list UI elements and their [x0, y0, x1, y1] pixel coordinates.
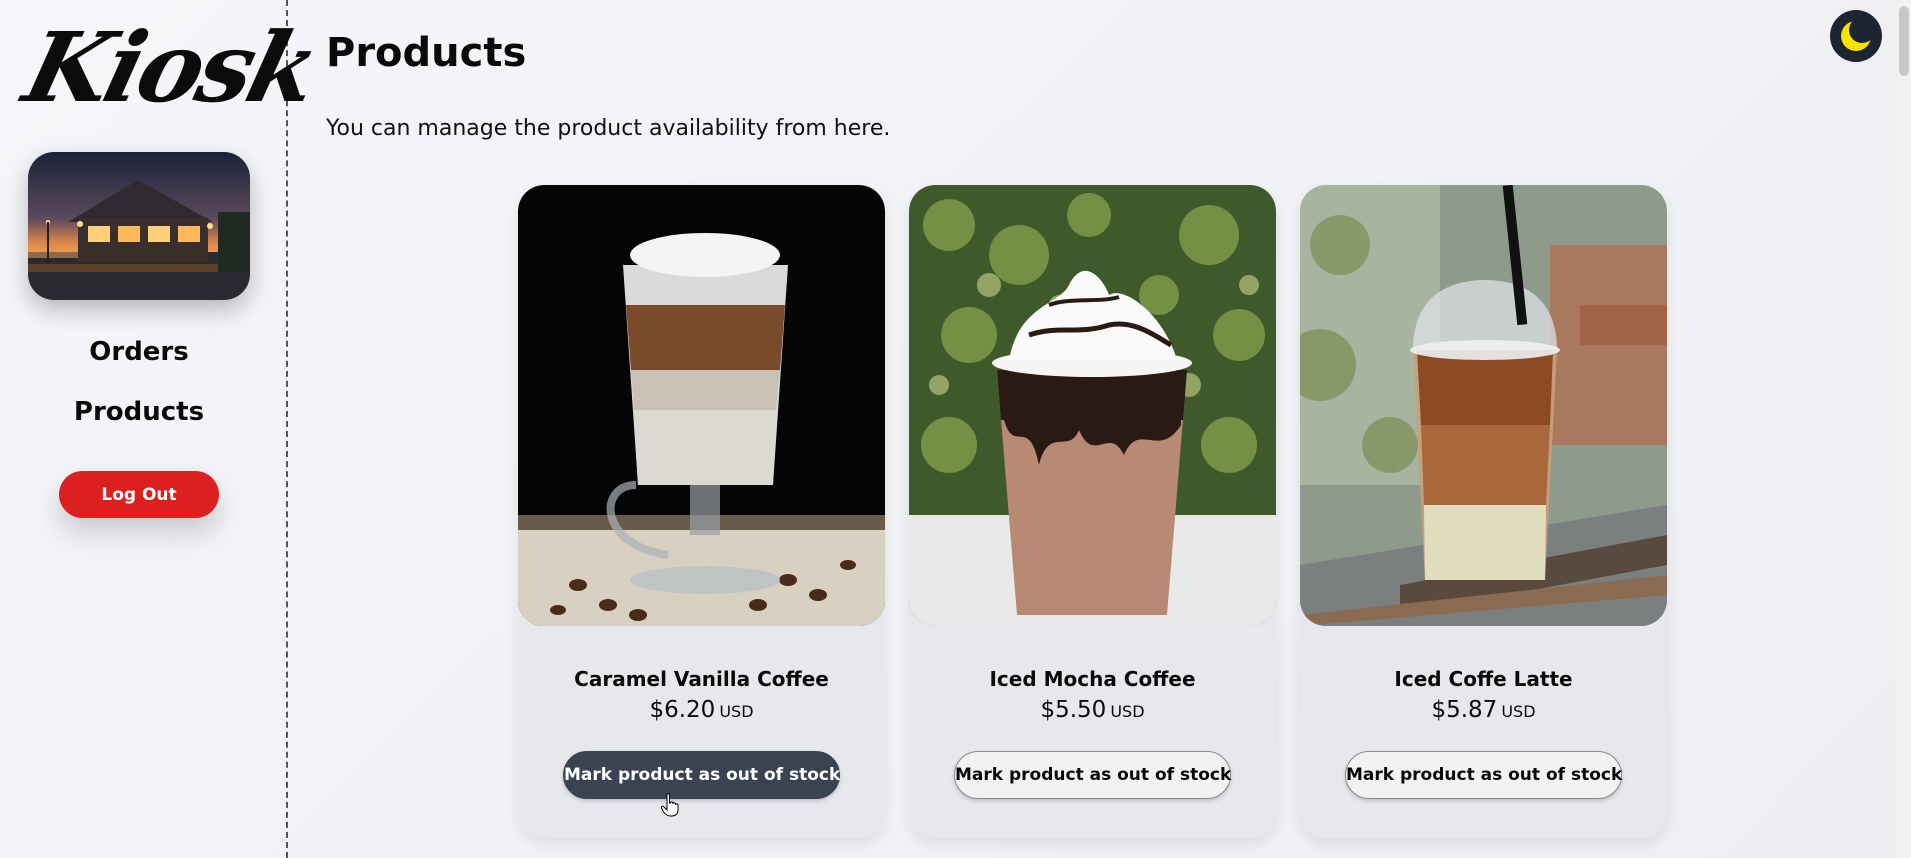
mark-out-of-stock-button[interactable]: Mark product as out of stock [563, 751, 840, 799]
moon-icon [1841, 17, 1875, 51]
product-image [518, 185, 885, 626]
theme-toggle-button[interactable] [1830, 10, 1882, 62]
product-price: $5.50 USD [909, 697, 1276, 723]
kiosk-hero-image [28, 152, 250, 300]
kiosk-logo[interactable]: Kiosk [13, 8, 327, 128]
price-currency: USD [1501, 702, 1536, 721]
sidebar-item-orders[interactable]: Orders [0, 337, 278, 367]
product-name: Caramel Vanilla Coffee [574, 667, 829, 691]
page-subtitle: You can manage the product availability … [326, 116, 891, 141]
product-name: Iced Coffe Latte [1394, 667, 1573, 691]
price-currency: USD [719, 702, 754, 721]
price-amount: $5.50 [1040, 697, 1107, 723]
price-amount: $5.87 [1431, 697, 1498, 723]
product-card: Caramel Vanilla Coffee $6.20 USD Mark pro… [518, 185, 885, 838]
hand-pointer-icon [661, 793, 679, 817]
mark-out-of-stock-button[interactable]: Mark product as out of stock [954, 751, 1231, 799]
product-price: $5.87 USD [1300, 697, 1667, 723]
scrollbar-thumb[interactable] [1899, 6, 1909, 76]
price-currency: USD [1110, 702, 1145, 721]
product-name: Iced Mocha Coffee [989, 667, 1196, 691]
product-image [909, 185, 1276, 626]
log-out-button[interactable]: Log Out [59, 471, 219, 518]
price-amount: $6.20 [649, 697, 716, 723]
sidebar: Kiosk Orders Products Log Out [0, 0, 327, 858]
product-card: Iced Coffe Latte $5.87 USD Mark product a… [1300, 185, 1667, 838]
product-price: $6.20 USD [518, 697, 885, 723]
mark-out-of-stock-button[interactable]: Mark product as out of stock [1345, 751, 1622, 799]
sidebar-item-products[interactable]: Products [0, 397, 278, 427]
product-image [1300, 185, 1667, 626]
product-card: Iced Mocha Coffee $5.50 USD Mark product … [909, 185, 1276, 838]
page-scrollbar[interactable] [1897, 0, 1911, 858]
page-title: Products [326, 30, 527, 76]
